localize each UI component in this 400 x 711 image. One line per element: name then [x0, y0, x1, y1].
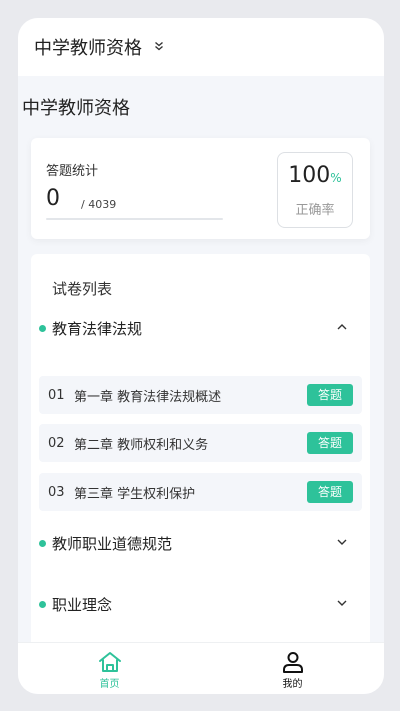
paper-number: 03: [48, 484, 65, 500]
answered-count: 0: [46, 186, 60, 211]
paper-name: 第二章 教师权利和义务: [74, 437, 209, 453]
paper-list-title: 试卷列表: [52, 280, 113, 298]
tab-home[interactable]: 首页: [18, 643, 201, 694]
tab-mine[interactable]: 我的: [201, 643, 384, 694]
tab-home-label: 首页: [99, 679, 120, 690]
accuracy-label: 正确率: [295, 203, 335, 218]
paper-name: 第一章 教育法律法规概述: [74, 389, 222, 405]
total-count: / 4039: [81, 198, 117, 211]
paper-row[interactable]: 03 第三章 学生权利保护 答题: [39, 473, 362, 511]
accuracy-value-wrap: 100%: [278, 163, 352, 188]
answer-button[interactable]: 答题: [307, 432, 353, 454]
answer-button[interactable]: 答题: [307, 384, 353, 406]
paper-number: 01: [48, 387, 65, 403]
page-title: 中学教师资格: [22, 98, 130, 119]
section-name: 职业理念: [52, 595, 113, 614]
home-icon: [98, 652, 121, 672]
accuracy-value: 100: [288, 163, 331, 188]
answer-button[interactable]: 答题: [307, 481, 353, 503]
stats-card: 答题统计 0 / 4039 100% 正确率: [31, 138, 370, 239]
chevron-down-icon[interactable]: [334, 595, 350, 611]
paper-number: 02: [48, 435, 65, 451]
paper-row[interactable]: 02 第二章 教师权利和义务 答题: [39, 424, 362, 462]
paper-name: 第三章 学生权利保护: [74, 486, 196, 502]
section-dot: [39, 324, 46, 332]
section-header-professional-philosophy[interactable]: 职业理念: [31, 589, 370, 619]
section-dot: [39, 539, 46, 547]
section-header-professional-ethics[interactable]: 教师职业道德规范: [31, 528, 370, 558]
bottom-tab-bar: 首页 我的: [18, 642, 384, 694]
tab-mine-label: 我的: [282, 679, 303, 690]
section-name: 教师职业道德规范: [52, 534, 173, 553]
paper-row[interactable]: 01 第一章 教育法律法规概述 答题: [39, 376, 362, 414]
header-bar[interactable]: 中学教师资格: [18, 18, 384, 76]
section-dot: [39, 600, 46, 608]
section-name: 教育法律法规: [52, 319, 143, 338]
chevron-down-icon[interactable]: [334, 534, 350, 550]
accuracy-unit: %: [330, 171, 342, 185]
person-icon: [282, 652, 303, 673]
double-chevron-down-icon[interactable]: [154, 41, 164, 53]
chevron-up-icon[interactable]: [334, 319, 350, 335]
header-title[interactable]: 中学教师资格: [34, 34, 142, 60]
accuracy-box: 100% 正确率: [277, 152, 353, 228]
section-header-education-law[interactable]: 教育法律法规: [31, 313, 370, 343]
paper-list-card: 试卷列表 教育法律法规 01 第一章 教育法律法规概述 答题 02 第二章 教师…: [31, 254, 370, 654]
stats-label: 答题统计: [46, 164, 99, 179]
progress-track: [46, 218, 223, 220]
app-screen: 中学教师资格 中学教师资格 答题统计 0 / 4039 100% 正确率 试卷列…: [18, 18, 384, 694]
